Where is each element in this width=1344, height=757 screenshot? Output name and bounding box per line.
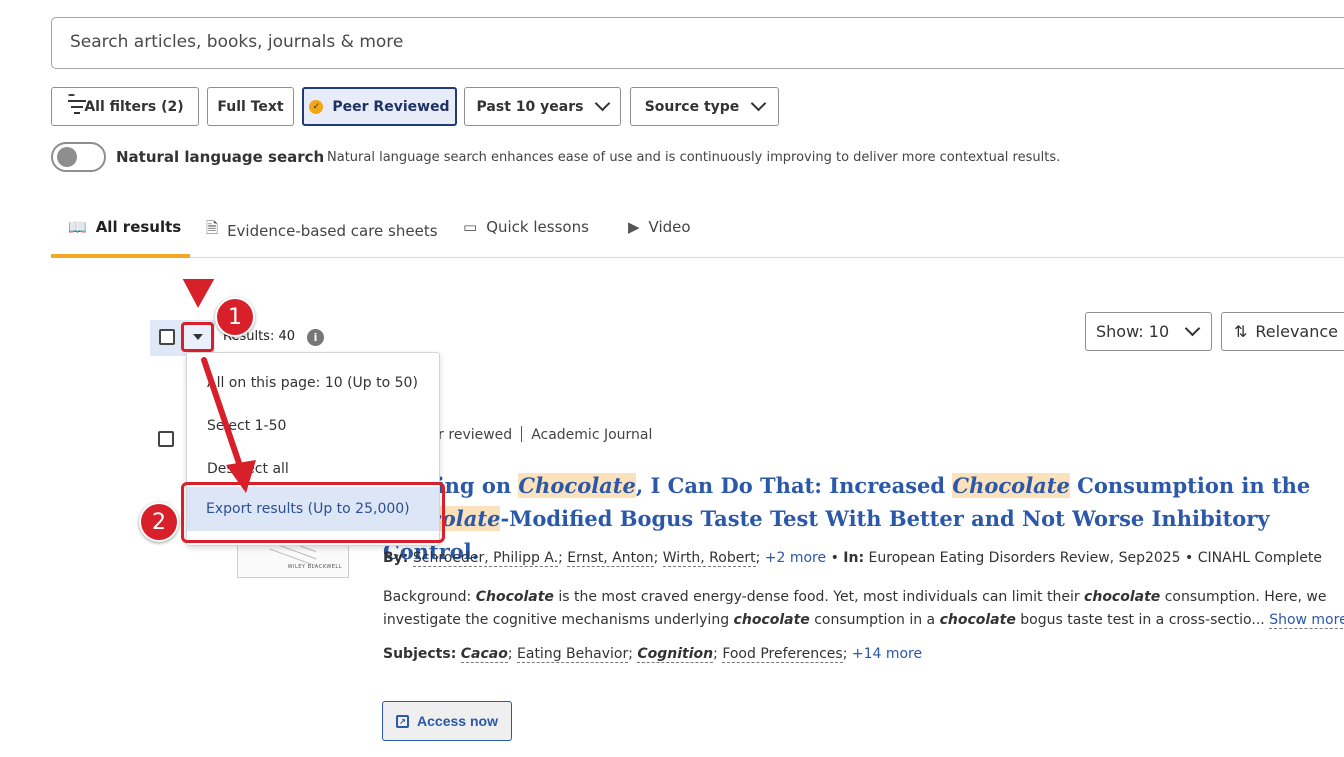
source-type-dropdown[interactable]: Source type	[630, 87, 779, 126]
title-highlight: Chocolate	[952, 473, 1070, 498]
author-link[interactable]: Ernst, Anton	[567, 550, 654, 567]
tab-quick-lessons[interactable]: ▭ Quick lessons	[463, 218, 589, 236]
all-filters-label: All filters (2)	[84, 98, 184, 115]
peer-reviewed-button[interactable]: ✓ Peer Reviewed	[302, 87, 457, 126]
sort-icon: ⇅	[1234, 322, 1248, 341]
past-years-dropdown[interactable]: Past 10 years	[464, 87, 621, 126]
presentation-icon: ▭	[463, 218, 478, 236]
author-link[interactable]: Schroeder, Philipp A.	[412, 550, 559, 567]
tab-video[interactable]: ▶ Video	[628, 218, 691, 236]
show-value: Show: 10	[1096, 322, 1170, 341]
source-type-label: Source type	[644, 98, 740, 115]
tab-label: Evidence-based care sheets	[227, 221, 438, 240]
more-authors-link[interactable]: +2 more	[765, 550, 826, 566]
down-arrow-marker	[179, 277, 218, 313]
search-input[interactable]	[70, 32, 1270, 52]
select-options-button[interactable]	[181, 322, 214, 352]
natural-language-description: Natural language search enhances ease of…	[327, 150, 1061, 165]
subject-link[interactable]: Eating Behavior	[517, 646, 629, 663]
chevron-down-icon	[1184, 320, 1201, 337]
access-now-label: Access now	[417, 713, 498, 729]
natural-language-label: Natural language search	[116, 148, 325, 166]
filter-icon	[68, 94, 88, 117]
peer-reviewed-label: Peer Reviewed	[332, 98, 450, 115]
book-icon: 📖	[68, 218, 87, 236]
caret-down-icon	[192, 334, 203, 340]
show-per-page-select[interactable]: Show: 10	[1085, 312, 1212, 351]
sort-value: Relevance	[1255, 322, 1338, 341]
tab-label: Video	[648, 218, 691, 236]
active-tab-indicator	[51, 254, 190, 258]
show-more-link[interactable]: Show more	[1269, 612, 1344, 629]
in-label: In:	[843, 550, 865, 566]
sort-select[interactable]: ⇅ Relevance	[1221, 312, 1344, 351]
source-journal: European Eating Disorders Review, Sep202…	[868, 550, 1181, 566]
menu-item-deselect-all[interactable]: Deselect all	[207, 461, 289, 477]
chevron-down-icon	[751, 95, 767, 112]
result-checkbox[interactable]	[158, 431, 174, 447]
external-link-icon: ↗	[396, 714, 410, 728]
subjects: Subjects: Cacao; Eating Behavior; Cognit…	[383, 646, 923, 663]
play-circle-icon: ▶	[628, 218, 640, 236]
tab-all-results[interactable]: 📖 All results	[68, 218, 181, 236]
access-now-button[interactable]: ↗ Access now	[382, 701, 512, 741]
database-name: CINAHL Complete	[1197, 550, 1322, 566]
natural-language-toggle[interactable]	[51, 142, 106, 172]
subjects-label: Subjects:	[383, 646, 457, 662]
author-link[interactable]: Wirth, Robert	[662, 550, 756, 567]
tab-care-sheets[interactable]: 🗎 Evidence-based care sheets	[206, 218, 438, 243]
source-type-tag: Academic Journal	[531, 427, 653, 443]
tabs-divider	[51, 257, 1344, 258]
tab-label: Quick lessons	[486, 218, 589, 236]
full-text-button[interactable]: Full Text	[207, 87, 294, 126]
full-text-label: Full Text	[217, 98, 284, 115]
menu-item-select-range[interactable]: Select 1-50	[207, 418, 286, 434]
info-icon[interactable]: i	[307, 329, 324, 346]
check-badge-icon: ✓	[309, 99, 324, 114]
title-highlight: Chocolate	[518, 473, 636, 498]
title-text: , I Can Do That: Increased	[635, 473, 953, 498]
search-box[interactable]	[51, 17, 1344, 69]
subject-link[interactable]: Food Preferences	[722, 646, 843, 663]
publisher-logo: WILEY BLACKWELL	[287, 564, 342, 570]
subject-link[interactable]: Cacao	[460, 646, 508, 663]
export-highlight-box	[181, 482, 445, 543]
document-plus-icon: 🗎	[206, 219, 219, 237]
more-subjects-link[interactable]: +14 more	[852, 646, 922, 662]
past-years-label: Past 10 years	[476, 98, 584, 115]
byline: By: Schroeder, Philipp A.; Ernst, Anton;…	[383, 550, 1322, 567]
chevron-down-icon	[595, 95, 611, 112]
step-1-badge: 1	[215, 297, 255, 337]
result-meta: Peer reviewed Academic Journal	[413, 426, 652, 443]
abstract: Background: Chocolate is the most craved…	[383, 586, 1344, 632]
select-all-checkbox[interactable]	[159, 329, 175, 345]
menu-item-all-on-page[interactable]: All on this page: 10 (Up to 50)	[207, 375, 418, 391]
by-label: By:	[383, 550, 409, 566]
step-2-badge: 2	[139, 502, 179, 542]
title-text: Consumption in the	[1069, 473, 1311, 498]
subject-link[interactable]: Cognition	[637, 646, 714, 663]
all-filters-button[interactable]: All filters (2)	[51, 87, 199, 126]
tab-label: All results	[95, 218, 182, 236]
